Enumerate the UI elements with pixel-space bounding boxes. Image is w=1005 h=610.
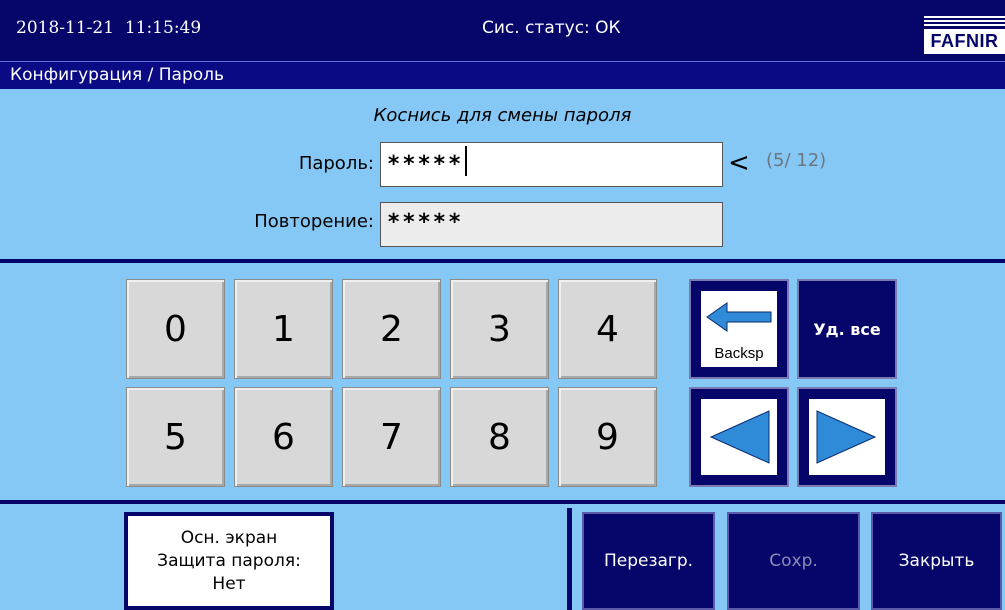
right-arrow-icon [816,410,877,464]
key-8[interactable]: 8 [450,387,549,487]
active-field-indicator: < [728,148,750,178]
system-status: Сис. статус: ОК [482,18,621,38]
key-0[interactable]: 0 [126,279,225,379]
key-5[interactable]: 5 [126,387,225,487]
save-button[interactable]: Сохр. [727,512,860,610]
datetime: 2018-11-21 11:15:49 [16,18,202,38]
right-arrow-face [809,399,885,475]
repeat-label: Повторение: [254,211,374,232]
password-protection-info: Осн. экран Защита пароля: Нет [124,512,334,610]
change-password-hint: Коснись для смены пароля [373,105,632,126]
key-1[interactable]: 1 [234,279,333,379]
backspace-arrow-icon [706,302,772,332]
cursor-left-button[interactable] [689,387,789,487]
key-4[interactable]: 4 [558,279,657,379]
key-3[interactable]: 3 [450,279,549,379]
password-value: ***** [387,152,464,177]
backspace-label: Backsp [714,345,764,362]
backspace-face: Backsp [701,291,777,367]
delete-all-label: Уд. все [813,319,881,339]
backspace-button[interactable]: Backsp [689,279,789,379]
divider-bottom [0,500,1005,504]
left-arrow-face [701,399,777,475]
left-arrow-icon [709,410,770,464]
key-6[interactable]: 6 [234,387,333,487]
password-length-counter: (5/ 12) [766,150,827,171]
key-7[interactable]: 7 [342,387,441,487]
fafnir-logo: FAFNIR [924,16,1005,54]
repeat-value: ***** [387,210,464,235]
breadcrumb-text: Конфигурация / Пароль [10,65,225,85]
cursor-right-button[interactable] [797,387,897,487]
breadcrumb: Конфигурация / Пароль [0,61,1005,89]
footer-separator [567,508,572,610]
key-2[interactable]: 2 [342,279,441,379]
delete-all-button[interactable]: Уд. все [797,279,897,379]
top-bar: 2018-11-21 11:15:49 Сис. статус: ОК FAFN… [0,0,1005,61]
info-line-main-screen: Осн. экран [180,527,278,548]
password-field[interactable]: ***** [380,142,723,187]
info-line-value: Нет [212,573,246,594]
key-9[interactable]: 9 [558,387,657,487]
reboot-button[interactable]: Перезагр. [582,512,715,610]
password-label: Пароль: [298,153,374,174]
info-line-protection: Защита пароля: [157,550,301,571]
close-button[interactable]: Закрыть [871,512,1002,610]
text-cursor [465,146,468,176]
repeat-password-field[interactable]: ***** [380,202,723,247]
divider-top [0,259,1005,263]
